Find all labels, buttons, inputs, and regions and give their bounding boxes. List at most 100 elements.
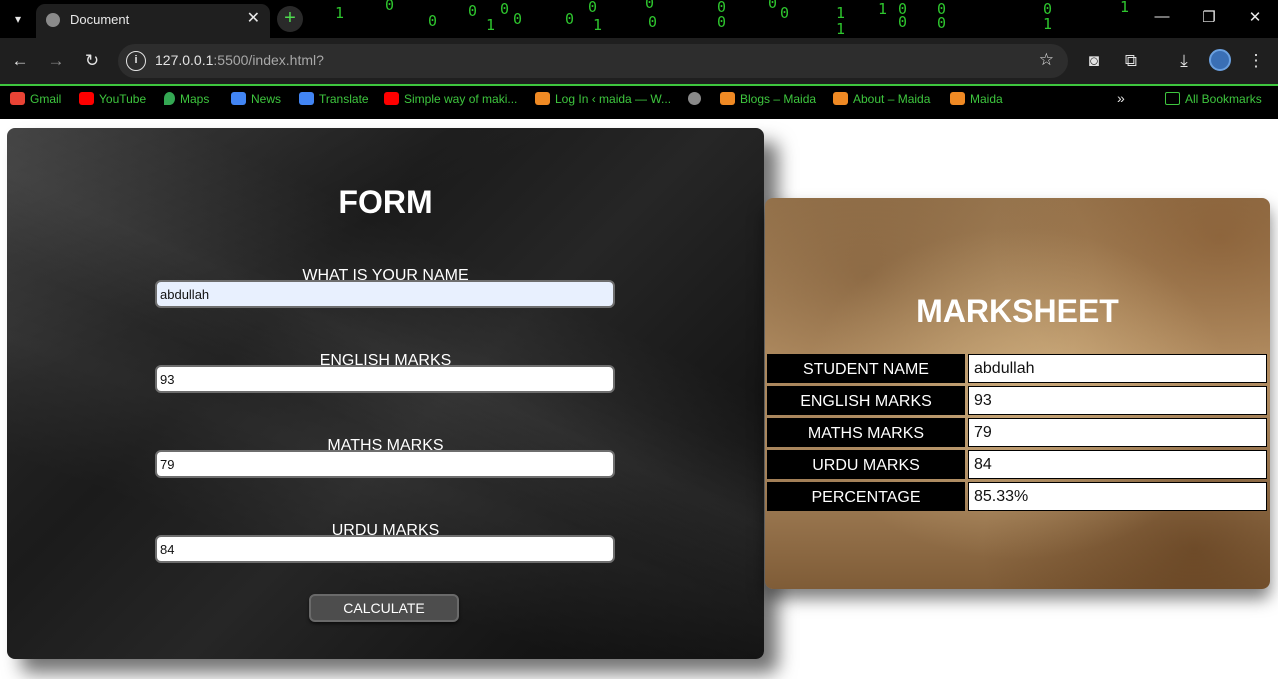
matrix-decoration: 0 xyxy=(500,0,510,18)
close-tab-icon[interactable]: ✕ xyxy=(247,9,260,29)
matrix-decoration: 1 xyxy=(878,0,888,18)
back-icon[interactable]: ← xyxy=(9,50,31,72)
marksheet-row: ENGLISH MARKS 93 xyxy=(767,386,1267,415)
matrix-decoration: 0 xyxy=(513,10,523,28)
bookmark-maida[interactable]: Maida xyxy=(950,92,1003,106)
forward-icon[interactable]: → xyxy=(45,50,67,72)
url-text[interactable]: 127.0.0.1:5500/index.html? xyxy=(155,52,324,68)
globe-icon xyxy=(688,92,701,105)
matrix-decoration: 1 xyxy=(593,16,603,34)
matrix-decoration: 1 xyxy=(1120,0,1130,16)
bookmark-label: Blogs – Maida xyxy=(740,92,817,106)
all-bookmarks-folder[interactable]: All Bookmarks xyxy=(1165,92,1262,106)
bookmark-news[interactable]: News xyxy=(231,92,281,106)
profile-avatar[interactable] xyxy=(1209,49,1231,71)
minimize-icon[interactable]: — xyxy=(1150,8,1174,25)
bookmark-blogs-maida[interactable]: Blogs – Maida xyxy=(720,92,816,106)
form-card: FORM WHAT IS YOUR NAME ENGLISH MARKS MAT… xyxy=(7,128,764,659)
matrix-decoration: 0 xyxy=(717,13,727,31)
news-icon xyxy=(231,92,246,105)
matrix-decoration: 1 xyxy=(486,16,496,34)
marksheet-row: PERCENTAGE 85.33% xyxy=(767,482,1267,511)
marksheet-value: 93 xyxy=(968,386,1267,415)
bookmark-label: YouTube xyxy=(99,92,147,106)
matrix-decoration: 0 xyxy=(385,0,395,14)
globe-icon xyxy=(46,13,60,27)
bookmark-label: Maps xyxy=(180,92,210,106)
marksheet-title: MARKSHEET xyxy=(916,293,1119,329)
bookmark-youtube[interactable]: YouTube xyxy=(79,92,146,106)
matrix-decoration: 1 xyxy=(1043,15,1053,33)
browser-tab[interactable]: Document ✕ xyxy=(36,4,270,38)
bookmark-about-maida[interactable]: About – Maida xyxy=(833,92,930,106)
tab-search-chevron-icon[interactable]: ▾ xyxy=(8,9,28,29)
marksheet-key: STUDENT NAME xyxy=(767,354,965,383)
marksheet-key: MATHS MARKS xyxy=(767,418,965,447)
bookmark-label: Translate xyxy=(319,92,369,106)
bookmark-login-maida[interactable]: Log In ‹ maida — W... xyxy=(535,92,671,106)
form-title: FORM xyxy=(338,184,433,220)
menu-dots-icon[interactable]: ⋮ xyxy=(1245,50,1267,72)
tab-title: Document xyxy=(70,12,130,27)
browser-toolbar: ← → ↻ i 127.0.0.1:5500/index.html? ☆ ◙ ⧉… xyxy=(0,38,1278,84)
address-bar[interactable]: i 127.0.0.1:5500/index.html? ☆ xyxy=(118,44,1068,78)
marksheet-card: MARKSHEET STUDENT NAME abdullah ENGLISH … xyxy=(765,198,1270,589)
gmail-icon xyxy=(10,92,25,105)
maths-marks-input[interactable] xyxy=(155,450,615,478)
matrix-decoration: 0 xyxy=(780,4,790,22)
reload-icon[interactable]: ↻ xyxy=(81,50,103,72)
camera-icon[interactable]: ◙ xyxy=(1083,50,1105,72)
extensions-icon[interactable]: ⧉ xyxy=(1120,50,1142,72)
marksheet-value: abdullah xyxy=(968,354,1267,383)
bookmark-label: Maida xyxy=(970,92,1003,106)
translate-icon xyxy=(299,92,314,105)
marksheet-value: 84 xyxy=(968,450,1267,479)
new-tab-button[interactable]: + xyxy=(277,6,303,32)
matrix-decoration: 0 xyxy=(645,0,655,12)
marksheet-key: ENGLISH MARKS xyxy=(767,386,965,415)
name-input[interactable] xyxy=(155,280,615,308)
marksheet-value: 85.33% xyxy=(968,482,1267,511)
matrix-decoration: 0 xyxy=(468,2,478,20)
bookmark-maps[interactable]: Maps xyxy=(164,92,209,106)
restore-icon[interactable]: ❐ xyxy=(1197,8,1221,26)
bookmark-label: Gmail xyxy=(30,92,62,106)
marksheet-row: STUDENT NAME abdullah xyxy=(767,354,1267,383)
youtube-icon xyxy=(384,92,399,105)
download-icon[interactable]: ⤓ xyxy=(1173,50,1195,72)
marksheet-key: URDU MARKS xyxy=(767,450,965,479)
bookmark-simple-way[interactable]: Simple way of maki... xyxy=(384,92,517,106)
bookmark-translate[interactable]: Translate xyxy=(299,92,369,106)
close-window-icon[interactable]: ✕ xyxy=(1243,8,1267,26)
marksheet-row: MATHS MARKS 79 xyxy=(767,418,1267,447)
matrix-decoration: 0 xyxy=(937,14,947,32)
folder-icon xyxy=(1165,92,1180,105)
matrix-decoration: 1 xyxy=(836,4,846,22)
bookmark-globe[interactable] xyxy=(688,92,706,106)
matrix-decoration: 0 xyxy=(588,0,598,16)
matrix-decoration: 0 xyxy=(768,0,778,12)
calculate-button[interactable]: CALCULATE xyxy=(309,594,459,622)
site-info-icon[interactable]: i xyxy=(126,51,146,71)
more-bookmarks-icon[interactable]: » xyxy=(1117,90,1125,106)
site-icon xyxy=(950,92,965,105)
site-icon xyxy=(833,92,848,105)
browser-titlebar: 1 0 0 0 1 0 0 0 0 1 0 0 0 0 0 0 1 1 1 0 … xyxy=(0,0,1278,38)
url-path: :5500/index.html? xyxy=(213,52,324,68)
bookmark-star-icon[interactable]: ☆ xyxy=(1039,50,1054,70)
matrix-decoration: 0 xyxy=(565,10,575,28)
maps-pin-icon xyxy=(164,92,175,105)
matrix-decoration: 1 xyxy=(836,20,846,38)
english-marks-input[interactable] xyxy=(155,365,615,393)
all-bookmarks-label: All Bookmarks xyxy=(1185,92,1262,106)
bookmarks-bar: Gmail YouTube Maps News Translate Simple… xyxy=(0,84,1278,119)
matrix-decoration: 0 xyxy=(898,13,908,31)
site-icon xyxy=(720,92,735,105)
matrix-decoration: 1 xyxy=(335,4,345,22)
bookmark-label: About – Maida xyxy=(853,92,931,106)
site-icon xyxy=(535,92,550,105)
urdu-marks-input[interactable] xyxy=(155,535,615,563)
bookmark-gmail[interactable]: Gmail xyxy=(10,92,61,106)
url-host: 127.0.0.1 xyxy=(155,52,214,68)
bookmark-label: Simple way of maki... xyxy=(404,92,518,106)
